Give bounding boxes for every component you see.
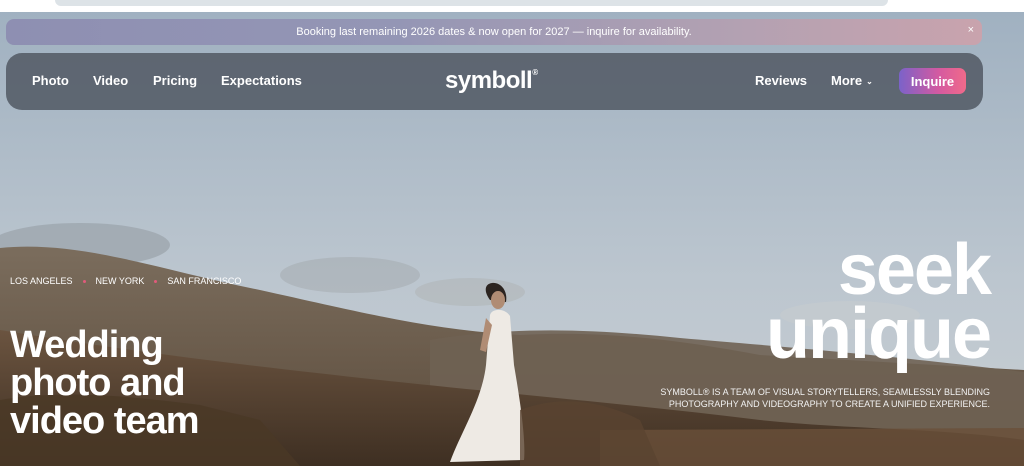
- browser-address-strip: [0, 0, 1024, 12]
- description-line: SYMBOLL® IS A TEAM OF VISUAL STORYTELLER…: [660, 387, 990, 397]
- hero-description: SYMBOLL® IS A TEAM OF VISUAL STORYTELLER…: [570, 386, 990, 410]
- nav-link-photo[interactable]: Photo: [32, 73, 69, 88]
- headline-line: Wedding: [10, 324, 164, 366]
- tagline-line: unique: [766, 294, 992, 374]
- tagline: seek unique: [766, 230, 992, 374]
- address-bar[interactable]: [55, 0, 888, 6]
- announcement-text: Booking last remaining 2026 dates & now …: [296, 26, 692, 38]
- city-san-francisco: SAN FRANCISCO: [167, 276, 242, 286]
- separator-dot: [82, 279, 86, 283]
- chevron-down-icon: ⌄: [866, 77, 873, 86]
- description-line: PHOTOGRAPHY AND VIDEOGRAPHY TO CREATE A …: [668, 399, 990, 409]
- city-new-york: NEW YORK: [95, 276, 145, 286]
- registered-mark: ®: [532, 68, 538, 77]
- city-los-angeles: LOS ANGELES: [10, 276, 73, 286]
- logo-text: symboll: [445, 67, 533, 94]
- inquire-button[interactable]: Inquire: [899, 68, 966, 94]
- announcement-bar: Booking last remaining 2026 dates & now …: [6, 19, 982, 45]
- separator-dot: [154, 279, 158, 283]
- logo[interactable]: symboll®: [445, 67, 538, 95]
- headline-line: video team: [10, 400, 200, 442]
- nav-link-reviews[interactable]: Reviews: [755, 73, 807, 88]
- hero-headline: Wedding photo and video team: [10, 324, 200, 442]
- close-icon[interactable]: ×: [968, 24, 974, 36]
- more-label: More: [831, 73, 863, 88]
- nav-link-pricing[interactable]: Pricing: [153, 73, 197, 88]
- nav-link-video[interactable]: Video: [93, 73, 128, 88]
- headline-line: photo and: [10, 362, 186, 404]
- main-navigation: Photo Video Pricing Expectations symboll…: [6, 53, 983, 110]
- city-list: LOS ANGELES NEW YORK SAN FRANCISCO: [10, 276, 241, 286]
- nav-link-expectations[interactable]: Expectations: [221, 73, 302, 88]
- tagline-line: seek: [837, 230, 992, 310]
- nav-more-menu[interactable]: More ⌄: [831, 73, 873, 88]
